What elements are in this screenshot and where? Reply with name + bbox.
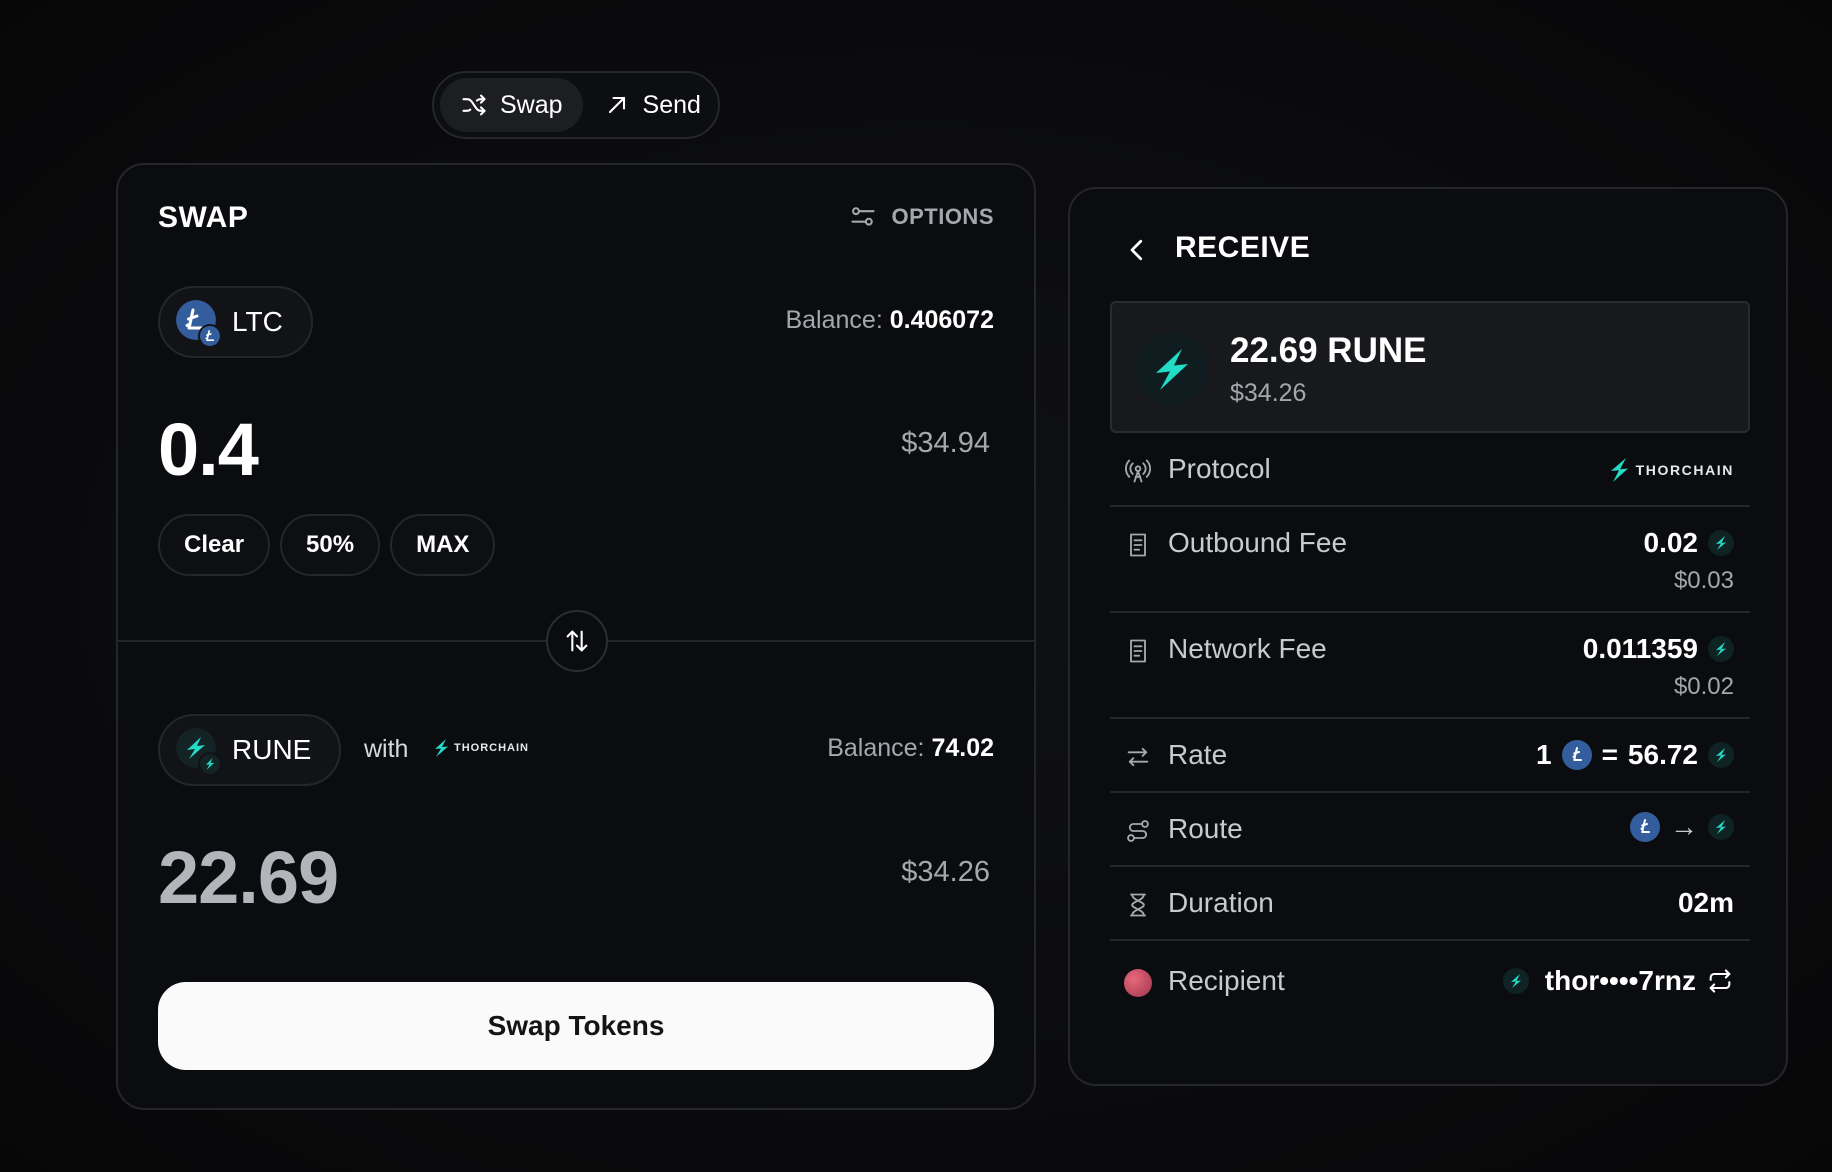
rune-token-icon: [176, 728, 222, 776]
shuffle-icon: [462, 94, 486, 116]
from-amount-input[interactable]: 0.4: [158, 407, 259, 492]
ltc-icon: [1630, 812, 1660, 842]
rune-icon: [1708, 636, 1734, 662]
amount-chips: Clear 50% MAX: [158, 514, 496, 576]
rate-right-amount: 56.72: [1627, 739, 1698, 770]
receive-title: RECEIVE: [1175, 231, 1311, 264]
from-token-selector[interactable]: LTC: [158, 286, 313, 358]
rune-icon: [1708, 742, 1734, 768]
to-balance-value: 74.02: [931, 734, 994, 762]
outbound-fee-value: 0.02: [1643, 527, 1699, 558]
swap-title: SWAP: [158, 201, 249, 234]
hourglass-icon: [1130, 893, 1146, 917]
provider-name: THORCHAIN: [454, 742, 529, 754]
to-amount: 22.69: [158, 836, 339, 919]
to-balance: Balance: 74.02: [827, 734, 994, 763]
swap-card: SWAP OPTIONS LTC Balance: 0.406072 0.4 $…: [116, 163, 1036, 1110]
network-fee-value: 0.011359: [1582, 633, 1698, 664]
flip-direction-button[interactable]: [546, 610, 608, 672]
thorchain-protocol-logo: THORCHAIN: [1608, 457, 1734, 483]
to-token-label: RUNE: [232, 734, 312, 765]
options-button[interactable]: OPTIONS: [849, 203, 994, 231]
recipient-avatar: [1124, 969, 1152, 997]
to-token-selector[interactable]: RUNE: [158, 714, 342, 786]
broadcast-tower-icon: [1125, 459, 1151, 483]
rune-token-icon: [1136, 333, 1208, 405]
send-mode-label: Send: [642, 90, 701, 119]
protocol-name: THORCHAIN: [1635, 462, 1734, 478]
recipient-row: Recipient thor••••7rnz: [1110, 941, 1750, 1025]
outbound-fee-label: Outbound Fee: [1168, 527, 1348, 558]
route-value-group: →: [1630, 811, 1734, 843]
rate-equals: =: [1601, 739, 1618, 770]
send-mode-button[interactable]: Send: [583, 78, 721, 132]
clear-chip[interactable]: Clear: [158, 514, 271, 576]
rate-row: Rate 1 = 56.72: [1110, 719, 1750, 793]
swap-mode-button[interactable]: Swap: [440, 78, 583, 132]
ltc-token-icon: [176, 300, 222, 348]
to-usd-value: $34.26: [901, 856, 990, 888]
route-row: Route →: [1110, 793, 1750, 867]
route-arrow: →: [1670, 811, 1698, 842]
route-label: Route: [1168, 813, 1243, 844]
arrow-up-right-icon: [608, 96, 625, 114]
outbound-fee-row: Outbound Fee 0.02 $0.03: [1110, 507, 1750, 613]
receive-card: RECEIVE 22.69 RUNE $34.26 Protocol THORC…: [1068, 187, 1788, 1086]
route-icon: [1127, 820, 1149, 842]
receive-summary: 22.69 RUNE $34.26: [1110, 301, 1750, 433]
rate-label: Rate: [1168, 739, 1228, 770]
outbound-fee-value-group: 0.02: [1643, 527, 1734, 559]
thorchain-bolt-icon: [435, 739, 448, 757]
chevron-left-icon[interactable]: [1122, 235, 1152, 265]
protocol-row: Protocol THORCHAIN: [1110, 433, 1750, 507]
ltc-icon: [1561, 740, 1592, 770]
duration-value: 02m: [1677, 887, 1734, 918]
rune-icon: [1708, 530, 1734, 556]
recipient-label: Recipient: [1168, 965, 1285, 996]
rune-icon: [1708, 814, 1734, 840]
receipt-icon: [1130, 639, 1146, 663]
from-balance: Balance: 0.406072: [785, 306, 994, 335]
rate-left-amount: 1: [1535, 739, 1552, 770]
network-fee-value-group: 0.011359: [1583, 633, 1734, 665]
to-balance-label: Balance:: [827, 734, 925, 762]
receipt-icon: [1130, 533, 1146, 557]
mode-toggle: Swap Send: [432, 71, 720, 139]
swap-address-icon[interactable]: [1706, 967, 1734, 995]
arrows-up-down-icon: [566, 630, 588, 652]
from-token-label: LTC: [232, 306, 283, 337]
swap-mode-label: Swap: [500, 90, 563, 119]
from-balance-label: Balance:: [785, 306, 883, 334]
rune-icon: [1502, 968, 1529, 994]
receive-amount: 22.69 RUNE: [1230, 331, 1427, 370]
arrows-left-right-icon: [1127, 747, 1149, 767]
duration-row: Duration 02m: [1110, 867, 1750, 941]
from-balance-value: 0.406072: [889, 306, 994, 334]
duration-label: Duration: [1168, 887, 1274, 918]
network-fee-usd: $0.02: [1673, 673, 1734, 700]
recipient-value-group: thor••••7rnz: [1502, 965, 1734, 997]
protocol-label: Protocol: [1168, 453, 1271, 484]
with-label: with: [364, 735, 409, 763]
network-fee-row: Network Fee 0.011359 $0.02: [1110, 613, 1750, 719]
swap-tokens-button[interactable]: Swap Tokens: [158, 982, 994, 1070]
thorchain-bolt-icon: [1610, 458, 1628, 482]
thorchain-provider-logo: THORCHAIN: [432, 738, 529, 758]
outbound-fee-usd: $0.03: [1673, 567, 1734, 594]
receive-usd-value: $34.26: [1230, 379, 1307, 407]
from-usd-value: $34.94: [901, 427, 990, 459]
sliders-icon: [851, 207, 876, 226]
max-chip[interactable]: MAX: [390, 514, 496, 576]
half-chip[interactable]: 50%: [280, 514, 381, 576]
network-fee-label: Network Fee: [1168, 633, 1327, 664]
rate-value-group: 1 = 56.72: [1536, 739, 1734, 771]
options-label: OPTIONS: [891, 204, 994, 229]
recipient-address: thor••••7rnz: [1544, 965, 1696, 996]
